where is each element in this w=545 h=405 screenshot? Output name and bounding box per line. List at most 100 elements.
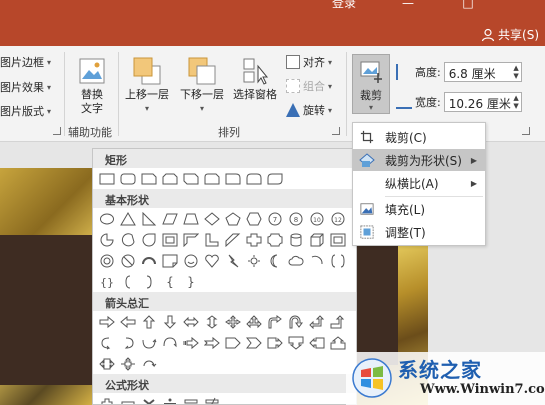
notched-right-arrow-shape-icon[interactable] [203,336,221,350]
can-shape-icon[interactable] [287,233,305,247]
right-arrow-shape-icon[interactable] [98,315,116,329]
decagon-shape-icon[interactable]: 10 [308,212,326,226]
curved-left-arrow-shape-icon[interactable] [119,336,137,350]
down-arrow-shape-icon[interactable] [161,315,179,329]
dodecagon-shape-icon[interactable]: 12 [329,212,347,226]
parallelogram-shape-icon[interactable] [161,212,179,226]
left-up-arrow-shape-icon[interactable] [308,315,326,329]
curved-down-arrow-shape-icon[interactable] [161,336,179,350]
menu-item-fill[interactable]: 填充(L) [353,198,485,220]
right-bracket-shape-icon[interactable] [140,275,158,289]
left-right-arrow-shape-icon[interactable] [182,315,200,329]
plus-shape-icon[interactable] [98,397,116,404]
spinner-arrows-icon[interactable]: ▲ ▼ [513,94,518,110]
teardrop-shape-icon[interactable] [140,233,158,247]
rounded-rectangle-shape-icon[interactable] [119,172,137,186]
sun-shape-icon[interactable] [245,254,263,268]
snip-same-side-rectangle-shape-icon[interactable] [161,172,179,186]
right-triangle-shape-icon[interactable] [140,212,158,226]
multiply-shape-icon[interactable] [140,397,158,404]
curved-right-arrow-shape-icon[interactable] [98,336,116,350]
donut-shape-icon[interactable] [98,254,116,268]
left-arrow-shape-icon[interactable] [119,315,137,329]
rotate-button[interactable]: 旋转 ▾ [286,102,332,118]
snip-diagonal-rectangle-shape-icon[interactable] [182,172,200,186]
left-right-up-arrow-shape-icon[interactable] [245,315,263,329]
folded-corner-shape-icon[interactable] [161,254,179,268]
bent-arrow-shape-icon[interactable] [266,315,284,329]
octagon-shape-icon[interactable]: 8 [287,212,305,226]
trapezoid-shape-icon[interactable] [182,212,200,226]
align-button[interactable]: 对齐 ▾ [286,54,332,70]
no-symbol-shape-icon[interactable] [119,254,137,268]
bring-forward-button[interactable]: 上移一层 ▾ [122,56,172,116]
u-turn-arrow-shape-icon[interactable] [287,315,305,329]
send-backward-button[interactable]: 下移一层 ▾ [176,56,228,116]
restore-button[interactable]: □ [458,0,478,10]
left-brace-shape-icon[interactable]: { [161,275,179,289]
cube-shape-icon[interactable] [308,233,326,247]
pie-shape-icon[interactable] [98,233,116,247]
dialog-launcher-icon[interactable] [522,127,530,135]
picture-layout-button[interactable]: 图片版式 ▾ [0,103,51,119]
circular-arrow-shape-icon[interactable] [140,357,158,371]
up-arrow-shape-icon[interactable] [140,315,158,329]
alt-text-button[interactable]: 替换 文字 [72,56,112,116]
left-arrow-callout-shape-icon[interactable] [308,336,326,350]
lightning-bolt-shape-icon[interactable] [224,254,242,268]
left-bracket-shape-icon[interactable] [119,275,137,289]
not-equal-shape-icon[interactable] [203,397,221,404]
divide-shape-icon[interactable] [161,397,179,404]
up-arrow-callout-shape-icon[interactable] [329,336,347,350]
hexagon-shape-icon[interactable] [245,212,263,226]
half-frame-shape-icon[interactable] [182,233,200,247]
minus-shape-icon[interactable] [119,397,137,404]
chord-shape-icon[interactable] [119,233,137,247]
snip-corner-rectangle-shape-icon[interactable] [140,172,158,186]
up-down-arrow-shape-icon[interactable] [203,315,221,329]
spinner-arrows-icon[interactable]: ▲ ▼ [513,64,518,80]
menu-item-crop-to-shape[interactable]: 裁剪为形状(S) ▶ [353,149,485,171]
down-arrow-callout-shape-icon[interactable] [287,336,305,350]
oval-shape-icon[interactable] [98,212,116,226]
round-single-corner-rectangle-shape-icon[interactable] [224,172,242,186]
menu-item-fit[interactable]: 调整(T) [353,221,485,243]
equal-shape-icon[interactable] [182,397,200,404]
plaque-shape-icon[interactable] [266,233,284,247]
diamond-shape-icon[interactable] [203,212,221,226]
snip-round-rectangle-shape-icon[interactable] [203,172,221,186]
cloud-shape-icon[interactable] [287,254,305,268]
heart-shape-icon[interactable] [203,254,221,268]
bent-up-arrow-shape-icon[interactable] [329,315,347,329]
minimize-button[interactable]: — [398,0,418,10]
left-right-arrow-callout-shape-icon[interactable] [98,357,116,371]
menu-item-aspect-ratio[interactable]: 纵横比(A) ▶ [353,172,485,194]
triangle-shape-icon[interactable] [119,212,137,226]
menu-item-crop[interactable]: 裁剪(C) [353,126,485,148]
curved-up-arrow-shape-icon[interactable] [140,336,158,350]
round-diagonal-rectangle-shape-icon[interactable] [266,172,284,186]
rectangle-shape-icon[interactable] [98,172,116,186]
picture-border-button[interactable]: 图片边框 ▾ [0,54,51,70]
selection-pane-button[interactable]: 选择窗格 [230,56,280,102]
crop-button[interactable]: 裁剪 ▾ [352,54,390,114]
double-bracket-shape-icon[interactable] [329,254,347,268]
pentagon-arrow-shape-icon[interactable] [224,336,242,350]
round-same-side-rectangle-shape-icon[interactable] [245,172,263,186]
height-input[interactable]: 6.8 厘米 ▲ ▼ [443,62,522,82]
quad-arrow-callout-shape-icon[interactable] [119,357,137,371]
heptagon-shape-icon[interactable]: 7 [266,212,284,226]
double-brace-shape-icon[interactable]: {} [98,275,116,289]
chevron-shape-icon[interactable] [245,336,263,350]
l-shape-icon[interactable] [203,233,221,247]
bevel-shape-icon[interactable] [329,233,347,247]
smiley-face-shape-icon[interactable] [182,254,200,268]
login-link[interactable]: 登录 [332,0,356,11]
group-button[interactable]: 组合 ▾ [286,78,332,94]
quad-arrow-shape-icon[interactable] [224,315,242,329]
diagonal-stripe-shape-icon[interactable] [224,233,242,247]
right-brace-shape-icon[interactable]: } [182,275,200,289]
right-arrow-callout-shape-icon[interactable] [266,336,284,350]
striped-right-arrow-shape-icon[interactable] [182,336,200,350]
block-arc-shape-icon[interactable] [140,254,158,268]
